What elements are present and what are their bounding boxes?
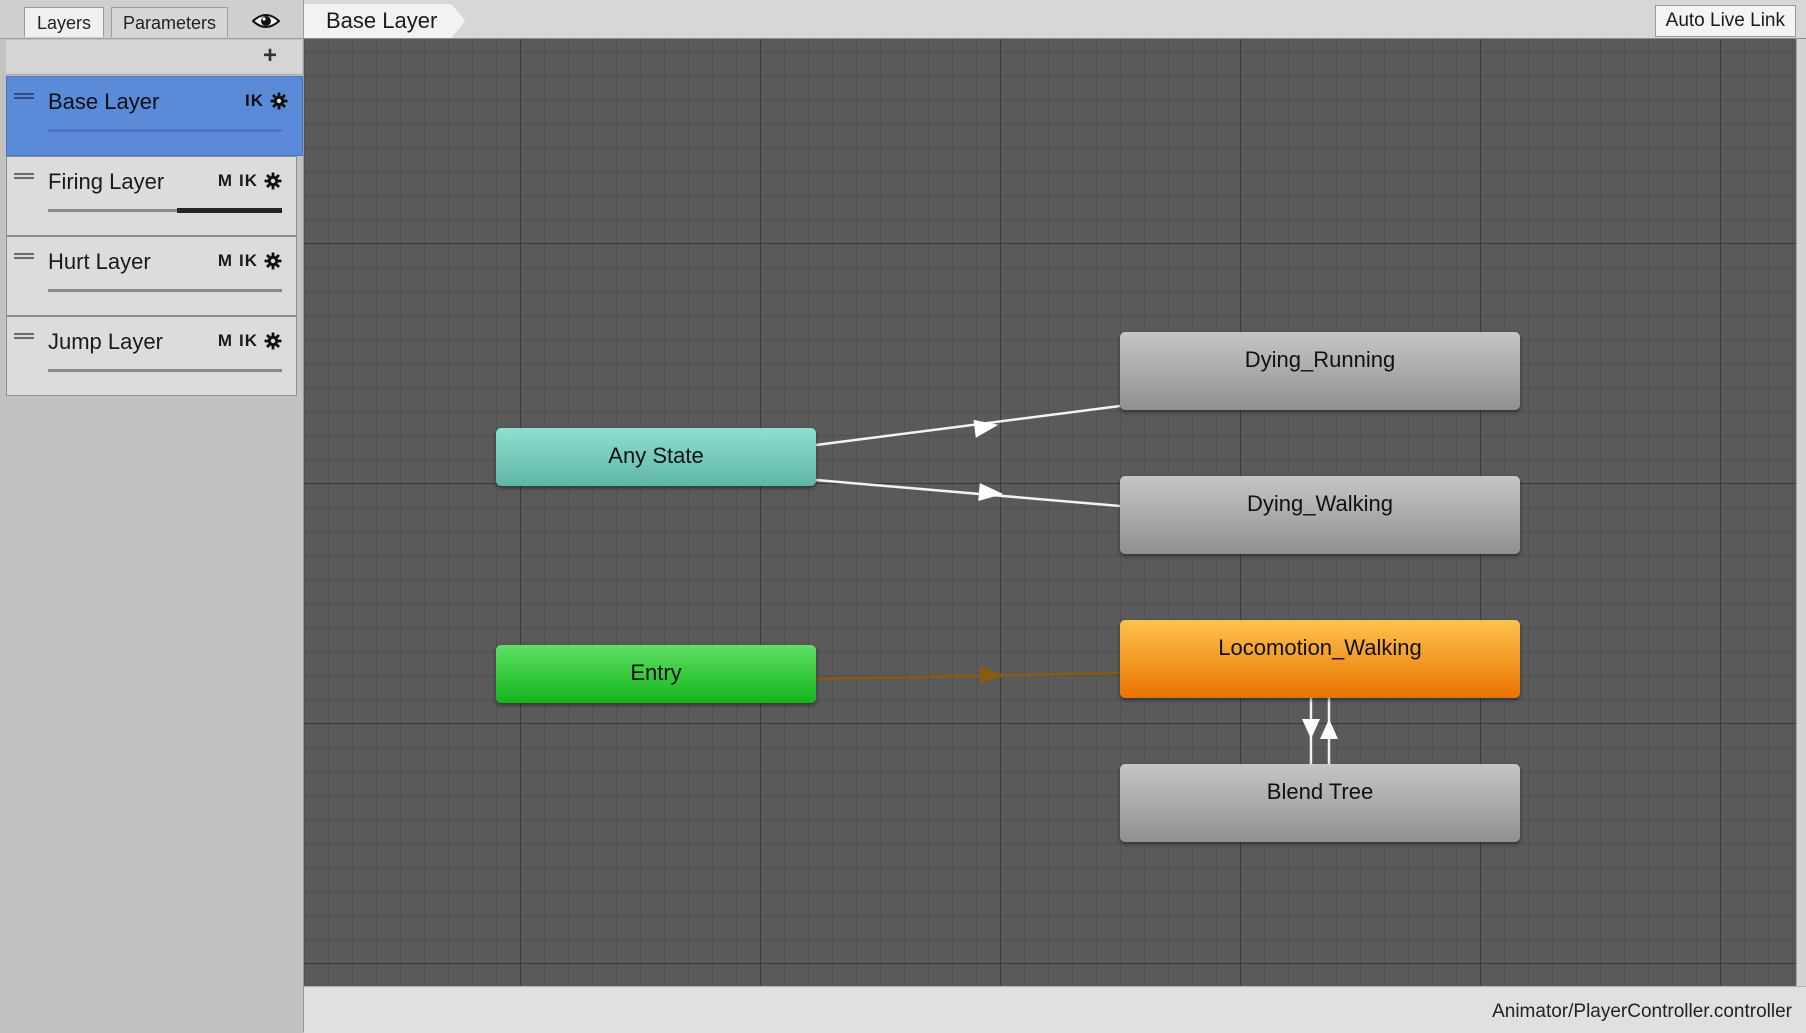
- layer-item-firing[interactable]: Firing Layer M IK: [6, 156, 297, 236]
- layer-item-jump[interactable]: Jump Layer M IK: [6, 316, 297, 396]
- drag-handle-icon[interactable]: [14, 253, 34, 259]
- gear-icon[interactable]: [264, 172, 282, 190]
- gear-icon[interactable]: [264, 332, 282, 350]
- eye-icon[interactable]: [252, 12, 280, 30]
- graph-header: Base Layer Auto Live Link: [304, 0, 1806, 39]
- drag-handle-icon[interactable]: [14, 93, 34, 99]
- layer-item-base[interactable]: Base Layer IK: [6, 76, 303, 156]
- layer-name: Hurt Layer: [48, 249, 151, 274]
- status-bar: Animator/PlayerController.controller: [304, 986, 1806, 1033]
- panel-tab-bar: Layers Parameters: [0, 0, 303, 39]
- breadcrumb[interactable]: Base Layer: [304, 4, 465, 38]
- add-layer-button[interactable]: +: [258, 42, 282, 70]
- layer-item-hurt[interactable]: Hurt Layer M IK: [6, 236, 297, 316]
- ik-flag: IK: [239, 331, 258, 350]
- layer-name: Jump Layer: [48, 329, 163, 354]
- layer-weight-fill: [176, 208, 282, 213]
- transition-any-to-dying-running[interactable]: [815, 404, 1121, 447]
- layers-panel: Layers Parameters + Base Layer IK Firing…: [0, 0, 304, 1032]
- transition-arrow-icon: [1302, 719, 1320, 739]
- ik-flag: IK: [239, 251, 258, 270]
- tab-layers[interactable]: Layers: [24, 7, 104, 37]
- state-blend-tree[interactable]: Blend Tree: [1120, 764, 1520, 842]
- controller-asset-path: Animator/PlayerController.controller: [1492, 1001, 1792, 1022]
- layer-weight-slider[interactable]: [48, 208, 282, 213]
- mask-flag: M: [217, 251, 233, 270]
- layer-flags: M IK: [218, 331, 282, 351]
- layer-name: Base Layer: [48, 89, 160, 114]
- auto-live-link-button[interactable]: Auto Live Link: [1654, 5, 1796, 37]
- state-any-state[interactable]: Any State: [496, 428, 816, 486]
- state-machine-graph[interactable]: Any State Entry Dying_Running Dying_Walk…: [304, 39, 1796, 986]
- transition-any-to-dying-walking[interactable]: [815, 478, 1121, 508]
- state-entry[interactable]: Entry: [496, 645, 816, 703]
- layer-flags: M IK: [218, 251, 282, 271]
- transition-layer: [815, 404, 1338, 764]
- transition-arrow-icon: [980, 666, 1004, 684]
- ik-flag: IK: [239, 171, 258, 190]
- layer-list: Base Layer IK Firing Layer M IK Hurt Lay…: [6, 76, 303, 396]
- transition-entry-to-locomotion[interactable]: [815, 671, 1121, 681]
- transition-arrow-icon: [973, 419, 999, 438]
- transition-arrow-icon: [978, 483, 1003, 501]
- layer-weight-slider[interactable]: [48, 289, 282, 292]
- tab-parameters[interactable]: Parameters: [111, 7, 228, 37]
- drag-handle-icon[interactable]: [14, 173, 34, 179]
- mask-flag: M: [217, 171, 233, 190]
- state-dying-running[interactable]: Dying_Running: [1120, 332, 1520, 410]
- layer-weight-slider[interactable]: [48, 129, 282, 132]
- drag-handle-icon[interactable]: [14, 333, 34, 339]
- layer-toolbar: +: [6, 40, 302, 75]
- gear-icon[interactable]: [264, 252, 282, 270]
- state-dying-walking[interactable]: Dying_Walking: [1120, 476, 1520, 554]
- layer-flags: IK: [245, 91, 288, 111]
- state-locomotion-walking[interactable]: Locomotion_Walking: [1120, 620, 1520, 698]
- layer-name: Firing Layer: [48, 169, 165, 194]
- gear-icon[interactable]: [270, 92, 288, 110]
- vertical-scrollbar[interactable]: [1796, 39, 1806, 986]
- mask-flag: M: [217, 331, 233, 350]
- layer-flags: M IK: [218, 171, 282, 191]
- transition-arrow-icon: [1320, 719, 1338, 739]
- layer-weight-slider[interactable]: [48, 369, 282, 372]
- ik-flag: IK: [245, 91, 264, 110]
